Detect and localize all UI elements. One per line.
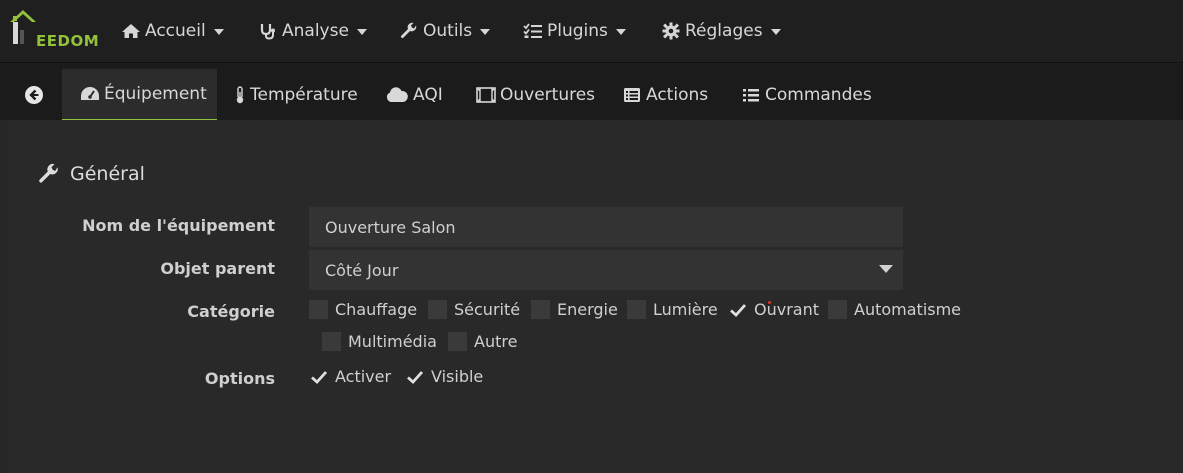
category-multimedia-checkbox[interactable]: Multimédia bbox=[322, 332, 437, 351]
top-navbar: EEDOM Accueil Analyse Outils Plugins Rég bbox=[0, 0, 1183, 62]
equipment-tabs-bar: Équipement Température AQI Ouvertures Ac… bbox=[0, 62, 1183, 121]
chevron-down-icon bbox=[480, 29, 491, 35]
nav-accueil[interactable]: Accueil bbox=[121, 0, 224, 62]
parent-object-select[interactable]: Côté Jour bbox=[309, 250, 903, 290]
home-icon bbox=[121, 22, 141, 40]
red-dot-marker bbox=[768, 301, 771, 304]
checkbox-box bbox=[309, 300, 328, 319]
check-icon bbox=[309, 367, 328, 386]
parent-object-label: Objet parent bbox=[160, 259, 275, 278]
chevron-down-icon bbox=[213, 29, 224, 35]
checkbox-box bbox=[428, 300, 447, 319]
option-activer-checkbox[interactable]: Activer bbox=[309, 367, 391, 386]
check-icon bbox=[405, 367, 424, 386]
tachometer-icon bbox=[80, 85, 100, 103]
nav-analyse-label: Analyse bbox=[282, 21, 349, 41]
checkbox-box bbox=[531, 300, 550, 319]
list-alt-icon bbox=[622, 86, 642, 104]
logo-text: EEDOM bbox=[36, 32, 100, 50]
checkbox-box bbox=[448, 332, 467, 351]
category-lumiere-label: Lumière bbox=[653, 300, 718, 319]
category-lumiere-checkbox[interactable]: Lumière bbox=[627, 300, 718, 319]
tab-ouvertures-label: Ouvertures bbox=[500, 85, 596, 105]
tab-actions[interactable]: Actions bbox=[622, 69, 708, 121]
category-automatisme-label: Automatisme bbox=[854, 300, 962, 319]
equipment-name-label: Nom de l'équipement bbox=[82, 216, 275, 235]
arrow-circle-left-icon bbox=[25, 86, 43, 104]
checkbox-box bbox=[828, 300, 847, 319]
tab-equipement-label: Équipement bbox=[104, 84, 207, 104]
option-visible-label: Visible bbox=[431, 367, 484, 386]
section-general-label: Général bbox=[70, 163, 145, 185]
chevron-down-icon bbox=[356, 29, 367, 35]
category-securite-checkbox[interactable]: Sécurité bbox=[428, 300, 520, 319]
category-automatisme-checkbox[interactable]: Automatisme bbox=[828, 300, 961, 319]
cloud-icon bbox=[385, 86, 409, 104]
equipment-form-panel bbox=[8, 120, 1183, 473]
tab-aqi[interactable]: AQI bbox=[385, 69, 443, 121]
category-multimedia-label: Multimédia bbox=[348, 332, 437, 351]
category-energie-label: Energie bbox=[557, 300, 618, 319]
category-autre-label: Autre bbox=[474, 332, 518, 351]
category-autre-checkbox[interactable]: Autre bbox=[448, 332, 517, 351]
tab-commandes-label: Commandes bbox=[765, 85, 872, 105]
wrench-icon bbox=[38, 163, 62, 185]
tab-actions-label: Actions bbox=[646, 85, 709, 105]
nav-outils[interactable]: Outils bbox=[399, 0, 491, 62]
jeedom-logo[interactable]: EEDOM bbox=[8, 8, 100, 50]
tab-aqi-label: AQI bbox=[413, 85, 443, 105]
house-logo-icon bbox=[10, 10, 36, 44]
window-icon bbox=[476, 86, 496, 104]
equipment-name-input[interactable]: Ouverture Salon bbox=[309, 207, 903, 247]
tab-ouvertures[interactable]: Ouvertures bbox=[476, 69, 595, 121]
check-icon bbox=[728, 300, 747, 319]
nav-outils-label: Outils bbox=[423, 21, 473, 41]
nav-plugins[interactable]: Plugins bbox=[523, 0, 626, 62]
parent-object-value: Côté Jour bbox=[325, 260, 399, 280]
category-label: Catégorie bbox=[187, 302, 275, 321]
category-energie-checkbox[interactable]: Energie bbox=[531, 300, 618, 319]
chevron-down-icon bbox=[615, 29, 626, 35]
category-ouvrant-checkbox[interactable]: Ouvrant bbox=[728, 300, 819, 319]
category-securite-label: Sécurité bbox=[454, 300, 521, 319]
option-activer-label: Activer bbox=[335, 367, 392, 386]
equipment-name-value: Ouverture Salon bbox=[325, 217, 456, 237]
option-visible-checkbox[interactable]: Visible bbox=[405, 367, 483, 386]
gear-icon bbox=[661, 22, 681, 40]
list-icon bbox=[741, 86, 761, 104]
stethoscope-icon bbox=[258, 22, 278, 40]
back-button[interactable] bbox=[24, 85, 44, 105]
category-ouvrant-label: Ouvrant bbox=[754, 300, 819, 319]
tasks-icon bbox=[523, 22, 543, 40]
nav-plugins-label: Plugins bbox=[547, 21, 608, 41]
options-label: Options bbox=[204, 369, 275, 388]
tab-temperature-label: Température bbox=[250, 85, 358, 105]
chevron-down-icon bbox=[770, 29, 781, 35]
nav-accueil-label: Accueil bbox=[145, 21, 206, 41]
wrench-icon bbox=[399, 22, 419, 40]
nav-reglages-label: Réglages bbox=[685, 21, 763, 41]
nav-analyse[interactable]: Analyse bbox=[258, 0, 367, 62]
checkbox-box bbox=[322, 332, 341, 351]
tab-temperature[interactable]: Température bbox=[234, 69, 358, 121]
nav-reglages[interactable]: Réglages bbox=[661, 0, 781, 62]
checkbox-box bbox=[627, 300, 646, 319]
tab-commandes[interactable]: Commandes bbox=[741, 69, 872, 121]
thermometer-icon bbox=[234, 86, 246, 104]
category-chauffage-checkbox[interactable]: Chauffage bbox=[309, 300, 417, 319]
tab-equipement[interactable]: Équipement bbox=[62, 69, 217, 121]
dropdown-arrow-icon bbox=[879, 265, 893, 273]
category-chauffage-label: Chauffage bbox=[335, 300, 418, 319]
section-general-title: Général bbox=[38, 163, 145, 185]
